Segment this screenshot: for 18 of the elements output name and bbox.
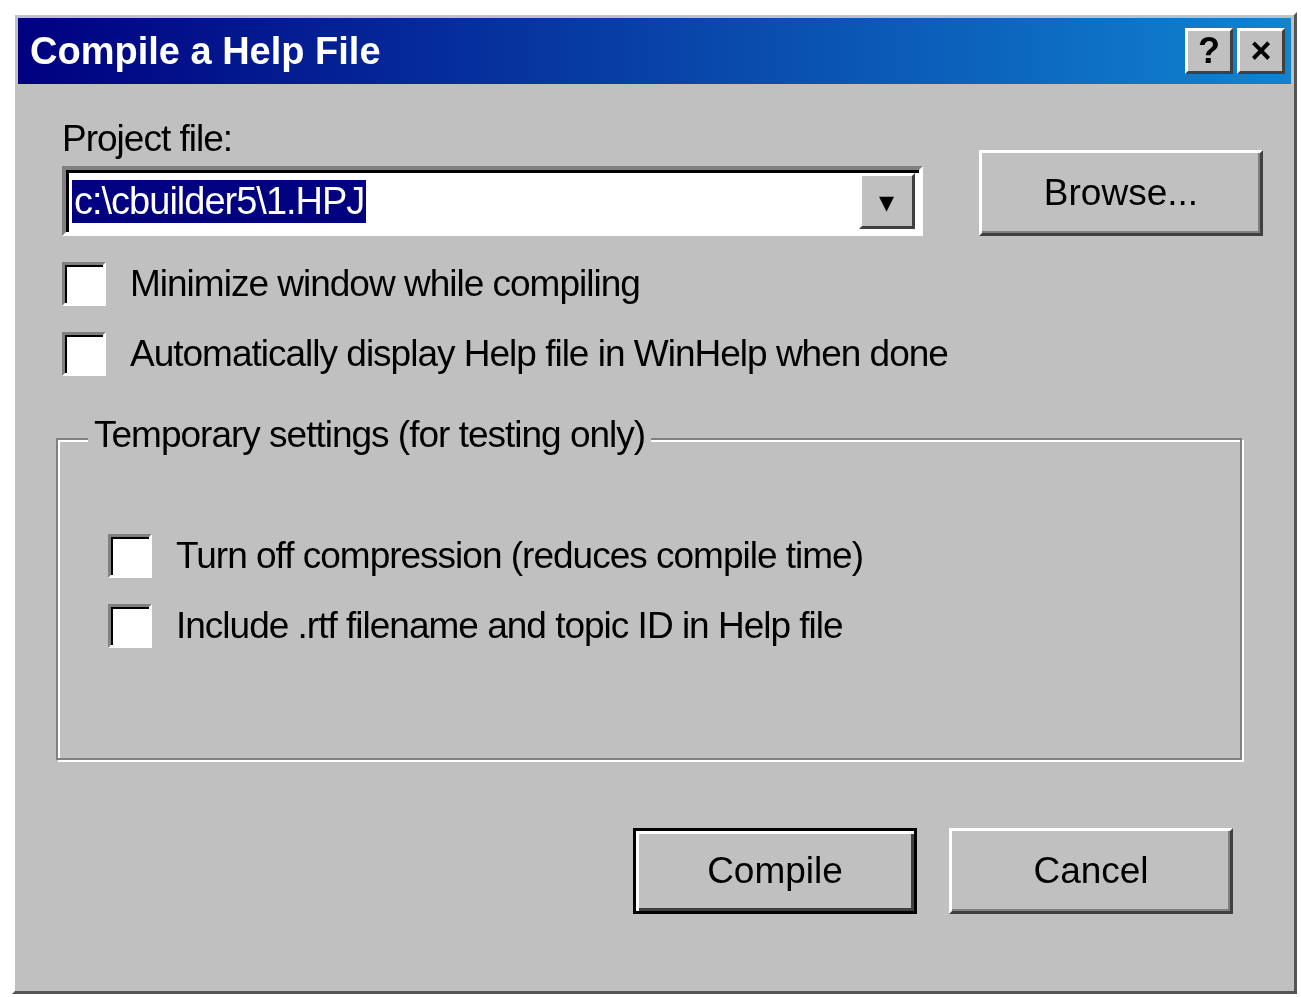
dropdown-button[interactable]: ▾ (858, 173, 915, 229)
checkbox-label[interactable]: Automatically display Help file in WinHelp when done (130, 333, 948, 375)
close-button[interactable]: × (1237, 28, 1285, 74)
help-button[interactable]: ? (1185, 28, 1233, 74)
checkbox-label[interactable]: Turn off compression (reduces compile time) (176, 535, 863, 577)
checkbox-label[interactable]: Include .rtf filename and topic ID in Help file (176, 605, 843, 647)
checkbox[interactable] (62, 332, 106, 376)
browse-button[interactable]: Browse... (978, 150, 1263, 236)
checkbox[interactable] (108, 604, 152, 648)
field-label: Project file: (62, 118, 232, 160)
checkbox[interactable] (62, 262, 106, 306)
compile-button[interactable]: Compile (633, 828, 917, 914)
cancel-button[interactable]: Cancel (949, 828, 1233, 914)
checkbox[interactable] (108, 534, 152, 578)
field-value: c:\cbuilder5\1.HPJ (72, 179, 367, 223)
checkbox-label[interactable]: Minimize window while compiling (130, 263, 640, 305)
project-file-combo[interactable]: c:\cbuilder5\1.HPJ ▾ (62, 166, 923, 236)
window-title: Compile a Help File (30, 29, 381, 73)
